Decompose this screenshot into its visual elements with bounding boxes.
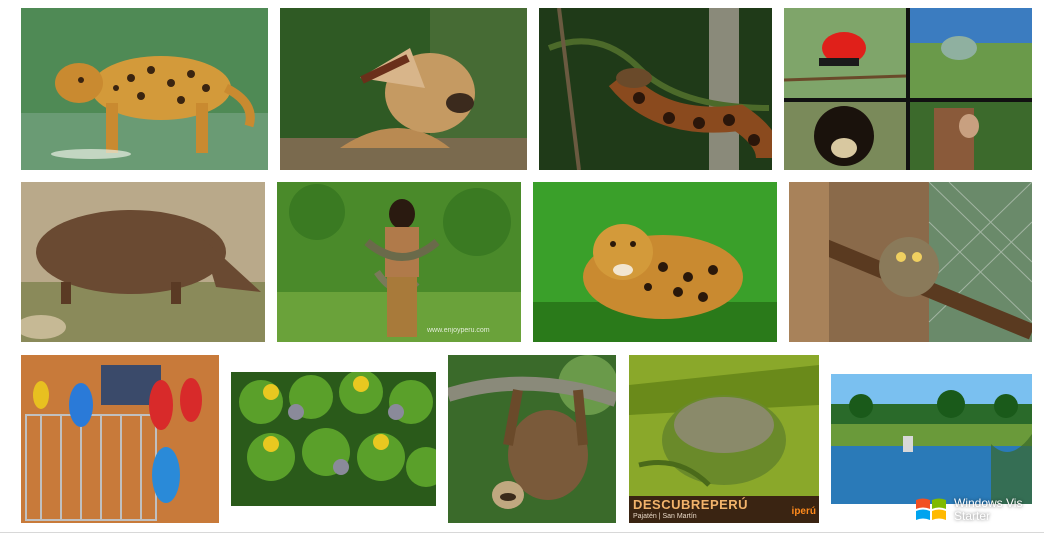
caption-band: DESCUBREPERÚ Pajatén | San Martín iperú — [629, 496, 819, 523]
anaconda-picture — [539, 8, 772, 170]
parrots-picture — [231, 372, 436, 506]
image-night-monkey[interactable] — [789, 182, 1032, 342]
caption-logo: iperú — [791, 506, 816, 517]
night-monkey-picture — [789, 182, 1032, 342]
puma-picture — [280, 8, 527, 170]
macaws-picture — [21, 355, 219, 523]
sloth-picture — [448, 355, 616, 523]
image-parrots[interactable] — [231, 372, 436, 506]
windows-logo-icon — [916, 498, 946, 520]
bottom-divider — [0, 532, 1044, 533]
image-jaguar-water[interactable] — [21, 8, 268, 170]
image-person-snakes[interactable]: www.enjoyperu.com — [277, 182, 521, 342]
image-mossy-rock[interactable]: DESCUBREPERÚ Pajatén | San Martín iperú — [629, 355, 819, 523]
image-peccary[interactable] — [21, 182, 265, 342]
image-macaws[interactable] — [21, 355, 219, 523]
windows-watermark: Windows Vis Starter — [914, 493, 1044, 527]
wildlife-collage-picture — [784, 8, 1032, 170]
jaguar-crouching-picture — [533, 182, 777, 342]
windows-text: Windows Vis Starter — [954, 497, 1022, 523]
image-wildlife-collage[interactable] — [784, 8, 1032, 170]
lake-picture — [831, 374, 1032, 504]
watermark-text: www.enjoyperu.com — [427, 327, 490, 334]
image-jaguar-crouching[interactable] — [533, 182, 777, 342]
peccary-picture — [21, 182, 265, 342]
image-anaconda[interactable] — [539, 8, 772, 170]
image-lake[interactable] — [831, 374, 1032, 504]
jaguar-water-picture — [21, 8, 268, 170]
image-sloth[interactable] — [448, 355, 616, 523]
image-puma[interactable] — [280, 8, 527, 170]
person-snakes-picture — [277, 182, 521, 342]
windows-line-2: Starter — [954, 509, 991, 523]
